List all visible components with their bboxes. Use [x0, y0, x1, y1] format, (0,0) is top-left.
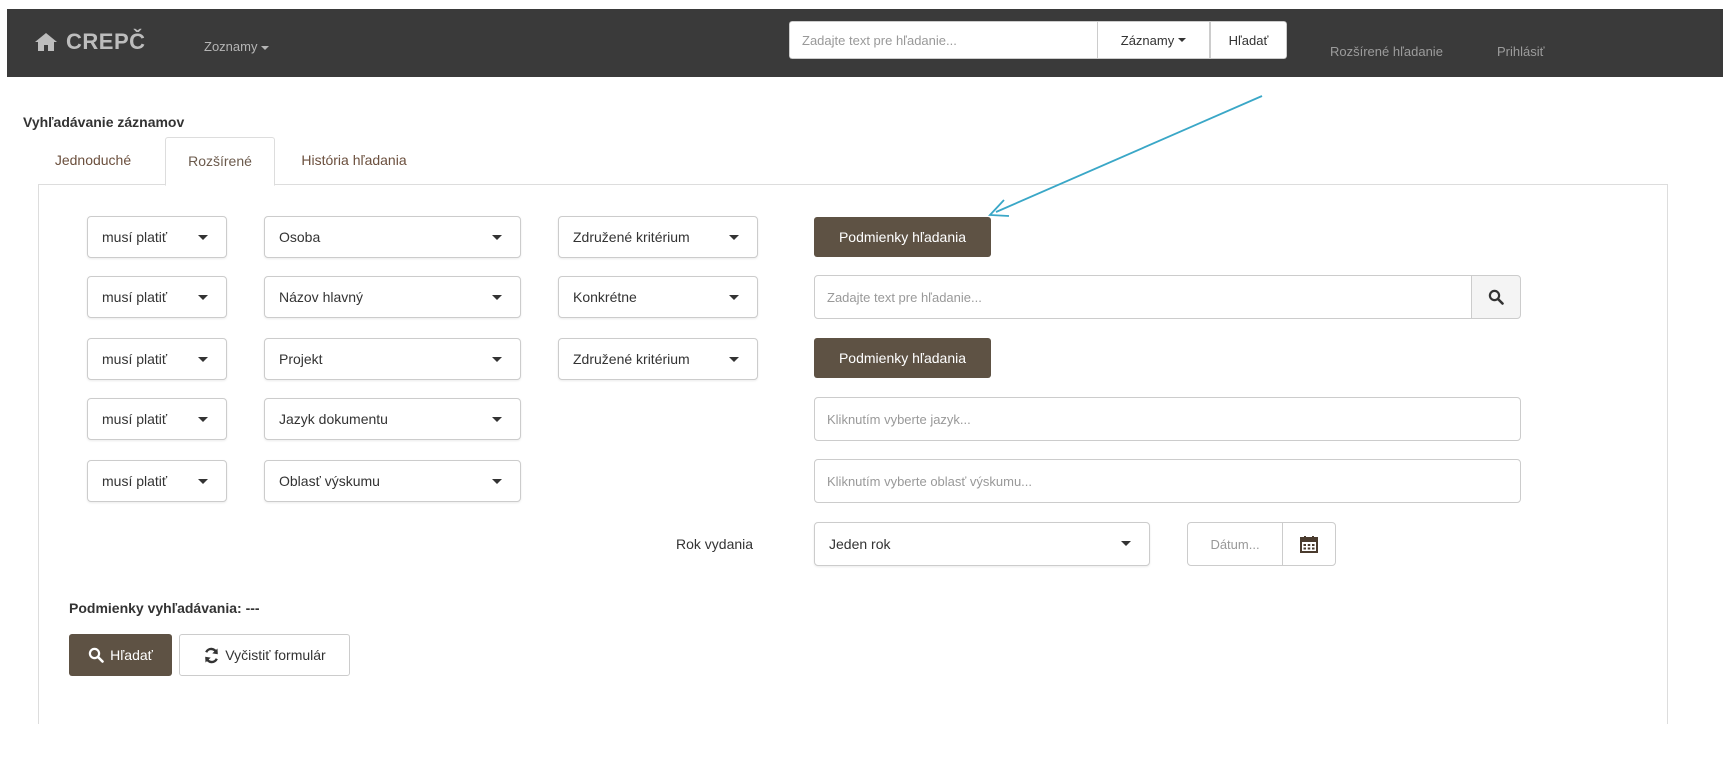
top-search-input[interactable]	[789, 21, 1097, 59]
navbar: CREPČ Zoznamy Záznamy Hľadať Rozšírené h…	[7, 9, 1723, 77]
search-scope-label: Záznamy	[1120, 32, 1175, 48]
row-4-field-label: Jazyk dokumentu	[279, 411, 388, 427]
search-button[interactable]: Hľadať	[69, 634, 172, 676]
search-button-label: Hľadať	[110, 647, 153, 663]
advanced-search-link[interactable]: Rozšírené hľadanie	[1330, 44, 1443, 59]
row-3-must-select[interactable]: musí platiť	[87, 338, 227, 380]
row-5-field-select[interactable]: Oblasť výskumu	[264, 460, 521, 502]
row-3-conditions-button[interactable]: Podmienky hľadania	[814, 338, 991, 378]
chevron-down-icon	[729, 357, 739, 362]
row-3-mode-select[interactable]: Združené kritérium	[558, 338, 758, 380]
calendar-icon	[1300, 536, 1318, 553]
search-conditions-summary: Podmienky vyhľadávania: ---	[69, 600, 260, 616]
row-2-mode-select[interactable]: Konkrétne	[558, 276, 758, 318]
row-3-field-select[interactable]: Projekt	[264, 338, 521, 380]
year-mode-select[interactable]: Jeden rok	[814, 522, 1150, 566]
tab-simple[interactable]: Jednoduché	[38, 137, 148, 184]
chevron-down-icon	[198, 417, 208, 422]
row-2-field-select[interactable]: Názov hlavný	[264, 276, 521, 318]
date-input[interactable]	[1187, 522, 1283, 566]
chevron-down-icon	[198, 479, 208, 484]
home-icon	[35, 33, 57, 51]
row-2-must-label: musí platiť	[102, 289, 168, 305]
row-1-mode-label: Združené kritérium	[573, 229, 690, 245]
row-3-field-label: Projekt	[279, 351, 323, 367]
lists-dropdown-label: Zoznamy	[204, 39, 258, 54]
row-2-must-select[interactable]: musí platiť	[87, 276, 227, 318]
row-5-must-label: musí platiť	[102, 473, 168, 489]
tab-history[interactable]: História hľadania	[286, 137, 422, 184]
refresh-icon	[205, 647, 219, 663]
row-4-must-label: musí platiť	[102, 411, 168, 427]
research-area-picker-input[interactable]	[814, 459, 1521, 503]
lists-dropdown[interactable]: Zoznamy	[204, 39, 270, 54]
tab-advanced[interactable]: Rozšírené	[165, 137, 275, 186]
row-5-must-select[interactable]: musí platiť	[87, 460, 227, 502]
chevron-down-icon	[492, 235, 502, 240]
chevron-down-icon	[1178, 38, 1187, 42]
page-title: Vyhľadávanie záznamov	[23, 114, 185, 130]
row-1-mode-select[interactable]: Združené kritérium	[558, 216, 758, 258]
top-search-button[interactable]: Hľadať	[1210, 21, 1287, 59]
row-3-must-label: musí platiť	[102, 351, 168, 367]
brand[interactable]: CREPČ	[34, 29, 146, 55]
chevron-down-icon	[492, 479, 502, 484]
chevron-down-icon	[729, 295, 739, 300]
row-4-must-select[interactable]: musí platiť	[87, 398, 227, 440]
chevron-down-icon	[1121, 541, 1131, 546]
search-icon	[88, 647, 104, 663]
chevron-down-icon	[198, 235, 208, 240]
search-scope-dropdown[interactable]: Záznamy	[1097, 21, 1210, 59]
row-1-field-select[interactable]: Osoba	[264, 216, 521, 258]
row-5-field-label: Oblasť výskumu	[279, 473, 380, 489]
chevron-down-icon	[729, 235, 739, 240]
row-1-conditions-button[interactable]: Podmienky hľadania	[814, 217, 991, 257]
clear-form-label: Vyčistiť formulár	[225, 647, 326, 663]
row-1-must-select[interactable]: musí platiť	[87, 216, 227, 258]
chevron-down-icon	[492, 295, 502, 300]
search-icon	[1488, 289, 1504, 305]
calendar-button[interactable]	[1282, 522, 1336, 566]
year-label: Rok vydania	[676, 536, 754, 552]
row-3-mode-label: Združené kritérium	[573, 351, 690, 367]
top-strip	[0, 0, 1723, 9]
year-mode-label: Jeden rok	[829, 536, 891, 552]
chevron-down-icon	[198, 295, 208, 300]
row-1-must-label: musí platiť	[102, 229, 168, 245]
clear-form-button[interactable]: Vyčistiť formulár	[179, 634, 350, 676]
top-search-group: Záznamy Hľadať	[789, 21, 1287, 59]
chevron-down-icon	[198, 357, 208, 362]
brand-name: CREPČ	[66, 29, 146, 54]
row-2-search-button[interactable]	[1471, 275, 1521, 319]
chevron-down-icon	[492, 357, 502, 362]
row-2-mode-label: Konkrétne	[573, 289, 637, 305]
login-link[interactable]: Prihlásiť	[1497, 44, 1545, 59]
row-2-field-label: Názov hlavný	[279, 289, 364, 305]
language-picker-input[interactable]	[814, 397, 1521, 441]
row-2-text-input[interactable]	[814, 275, 1472, 319]
row-4-field-select[interactable]: Jazyk dokumentu	[264, 398, 521, 440]
chevron-down-icon	[261, 45, 270, 50]
chevron-down-icon	[492, 417, 502, 422]
row-1-field-label: Osoba	[279, 229, 321, 245]
